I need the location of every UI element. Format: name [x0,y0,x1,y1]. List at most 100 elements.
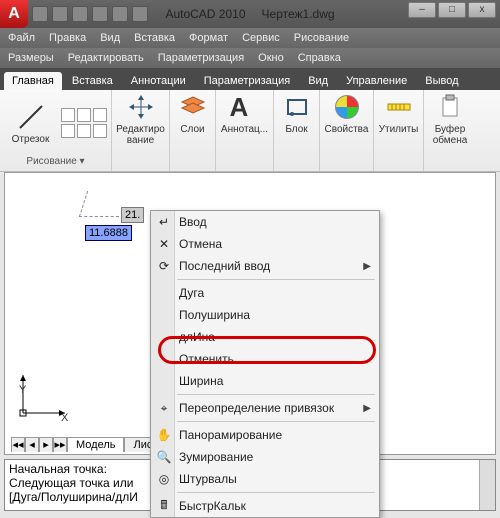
panel-clipboard: Буфер обмена [424,90,476,171]
ctx-zoom[interactable]: 🔍 Зумирование [151,446,379,468]
menu-help[interactable]: Справка [298,52,341,64]
submenu-arrow-icon: ▶ [363,261,371,272]
menu-format[interactable]: Формат [189,32,228,44]
properties-button[interactable]: Свойства [321,92,373,135]
panel-block: Блок [274,90,320,171]
layers-button[interactable]: Слои [167,92,219,135]
move-icon [126,92,156,122]
layout-nav-prev[interactable]: ◂ [25,437,39,452]
clipboard-button[interactable]: Буфер обмена [424,92,476,146]
ctx-recent-input[interactable]: ⟳ Последний ввод ▶ [151,255,379,277]
ctx-arc[interactable]: Дуга [151,282,379,304]
ctx-snap-overrides[interactable]: ⌖ Переопределение привязок ▶ [151,397,379,419]
ctx-cancel[interactable]: ✕ Отмена [151,233,379,255]
properties-button-label: Свойства [325,124,369,135]
quick-access-toolbar [32,6,148,22]
ctx-separator [177,421,375,422]
annotation-button-label: Аннотац... [221,124,268,135]
menu-insert[interactable]: Вставка [134,32,175,44]
rubber-band-preview [79,191,127,217]
ctx-length-label: длИна [179,330,215,344]
layout-nav-next[interactable]: ▸ [39,437,53,452]
line-button[interactable]: Отрезок [5,102,57,145]
menu-window[interactable]: Окно [258,52,284,64]
cmd-scrollbar[interactable] [479,460,495,510]
enter-icon: ↵ [155,213,173,231]
ribbon-tabs: Главная Вставка Аннотации Параметризация… [0,68,500,90]
ctx-halfwidth-label: Полуширина [179,308,250,322]
panel-draw-label[interactable]: Рисование ▾ [22,154,88,169]
qat-new-icon[interactable] [32,6,48,22]
ctx-halfwidth[interactable]: Полуширина [151,304,379,326]
tab-view[interactable]: Вид [300,72,336,90]
axis-y-label: Y [19,384,26,396]
ctx-zoom-label: Зумирование [179,450,253,464]
panel-annotation: A Аннотац... [216,90,274,171]
draw-mini-buttons[interactable] [61,108,107,138]
window-controls: – □ x [408,2,496,18]
ctx-steering-wheels[interactable]: ◎ Штурвалы [151,468,379,490]
recent-icon: ⟳ [155,257,173,275]
tab-manage[interactable]: Управление [338,72,415,90]
qat-open-icon[interactable] [52,6,68,22]
menu-dimensions[interactable]: Размеры [8,52,54,64]
menu-modify[interactable]: Редактировать [68,52,144,64]
tab-home[interactable]: Главная [4,72,62,90]
qat-print-icon[interactable] [132,6,148,22]
ctx-pan-label: Панорамирование [179,428,282,442]
menu-parametric[interactable]: Параметризация [158,52,244,64]
ctx-wheel-label: Штурвалы [179,472,237,486]
ctx-width[interactable]: Ширина [151,370,379,392]
tab-annotate[interactable]: Аннотации [123,72,194,90]
layers-button-label: Слои [180,124,204,135]
modify-button-label: Редактиро вание [116,124,165,146]
tab-insert[interactable]: Вставка [64,72,121,90]
measure-icon [384,92,414,122]
block-button[interactable]: Блок [271,92,323,135]
utilities-button[interactable]: Утилиты [373,92,425,135]
ctx-pan[interactable]: ✋ Панорамирование [151,424,379,446]
tab-model[interactable]: Модель [67,437,124,452]
block-button-label: Блок [285,124,307,135]
tab-output[interactable]: Вывод [417,72,466,90]
utilities-button-label: Утилиты [379,124,419,135]
line-icon [16,102,46,132]
dynamic-input-length[interactable]: 11.6888 [85,225,132,241]
ctx-width-label: Ширина [179,374,223,388]
app-logo[interactable]: A [0,0,28,28]
line-button-label: Отрезок [12,134,50,145]
qat-redo-icon[interactable] [112,6,128,22]
menu-view[interactable]: Вид [100,32,120,44]
panel-utilities: Утилиты [374,90,424,171]
annotation-button[interactable]: A Аннотац... [219,92,271,135]
ctx-undo-label: Отменить [179,352,234,366]
text-icon: A [230,92,260,122]
maximize-button[interactable]: □ [438,2,466,18]
ctx-snap-label: Переопределение привязок [179,401,334,415]
ctx-length[interactable]: длИна [151,326,379,348]
dynamic-input-angle[interactable]: 21. [121,207,144,223]
panel-draw: Отрезок Рисование ▾ [0,90,112,171]
layout-nav-last[interactable]: ▸▸ [53,437,67,452]
calc-icon: 🖩 [155,497,173,515]
ctx-undo[interactable]: Отменить [151,348,379,370]
menu-file[interactable]: Файл [8,32,35,44]
qat-save-icon[interactable] [72,6,88,22]
ctx-arc-label: Дуга [179,286,204,300]
ctx-quickcalc[interactable]: 🖩 БыстрКальк [151,495,379,517]
context-menu: ↵ Ввод ✕ Отмена ⟳ Последний ввод ▶ Дуга … [150,210,380,518]
menu-draw[interactable]: Рисование [294,32,349,44]
zoom-icon: 🔍 [155,448,173,466]
menu-tools[interactable]: Сервис [242,32,280,44]
menu-edit[interactable]: Правка [49,32,86,44]
panel-layers: Слои [170,90,216,171]
layout-nav-first[interactable]: ◂◂ [11,437,25,452]
qat-undo-icon[interactable] [92,6,108,22]
ctx-enter[interactable]: ↵ Ввод [151,211,379,233]
modify-button[interactable]: Редактиро вание [115,92,167,146]
tab-parametric[interactable]: Параметризация [196,72,298,90]
axis-x-label: X [61,412,68,424]
pan-icon: ✋ [155,426,173,444]
close-button[interactable]: x [468,2,496,18]
minimize-button[interactable]: – [408,2,436,18]
